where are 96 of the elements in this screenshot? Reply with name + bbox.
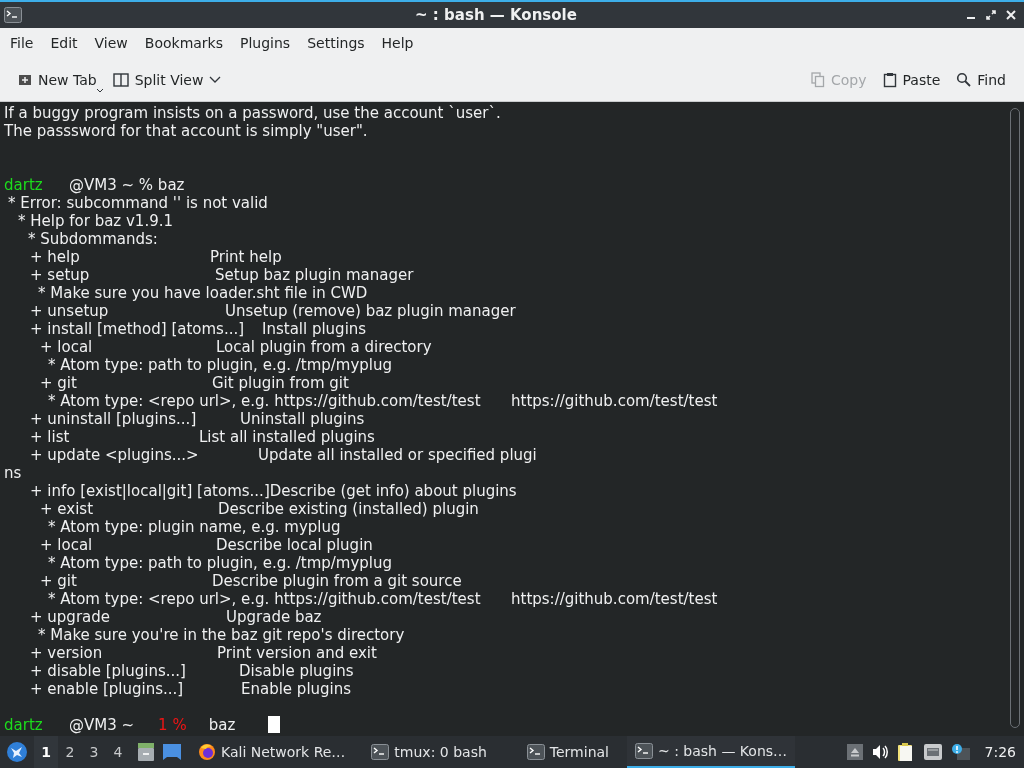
close-icon[interactable] [1006, 10, 1016, 20]
caret-icon [96, 88, 103, 93]
description-text: Upgrade baz [226, 608, 322, 626]
toolbar-button[interactable]: New Tab [10, 67, 105, 92]
toolbar-button[interactable]: Split View [104, 67, 230, 92]
description-text: Setup baz plugin manager [215, 266, 414, 284]
command-text: + setup [30, 266, 90, 284]
toolbar-button[interactable]: Paste [874, 67, 949, 92]
command-text: + exist [40, 500, 94, 518]
command-text: + git [40, 572, 77, 590]
command-text: + local [40, 338, 93, 356]
network-icon[interactable] [922, 743, 943, 761]
menu-item[interactable]: Plugins [232, 35, 299, 51]
browser-icon [198, 743, 216, 761]
menu-item[interactable]: View [86, 35, 136, 51]
command-text: + install [method] [atoms...] [30, 320, 245, 338]
command-text: + local [40, 536, 93, 554]
app-icon [4, 7, 22, 23]
description-text: Describe plugin from a git source [212, 572, 462, 590]
output-text: * Help for baz v1.9.1 [18, 212, 174, 230]
description-text: Local plugin from a directory [216, 338, 432, 356]
menu-item[interactable]: Settings [299, 35, 373, 51]
terminal-icon [371, 744, 390, 760]
menu-item[interactable]: Edit [42, 35, 86, 51]
output-text: If a buggy program insists on a password, use the account `user`. [4, 104, 501, 122]
output-text: + info [exist|local|git] [atoms...]Describe (get info) about plugins [30, 482, 517, 500]
notification-icon[interactable] [950, 743, 971, 761]
description-text: Uninstall plugins [240, 410, 365, 428]
chevron-down-icon [209, 75, 222, 84]
command-text: + version [30, 644, 103, 662]
taskbar-task[interactable]: tmux: 0 bash [363, 736, 495, 768]
command-text: + disable [plugins...] [30, 662, 186, 680]
description-text: Describe existing (installed) plugin [218, 500, 479, 518]
menu-item[interactable]: Help [373, 35, 422, 51]
output-text: * Make sure you have loader.sht file in CWD [38, 284, 368, 302]
workspace-button[interactable]: 4 [106, 736, 130, 768]
command-text: * Atom type: <repo url>, e.g. https://github.com/test/test [48, 392, 481, 410]
command-text: + uninstall [plugins...] [30, 410, 197, 428]
command-text: + enable [plugins...] [30, 680, 184, 698]
description-text: Git plugin from git [212, 374, 349, 392]
maximize-icon[interactable] [986, 10, 996, 20]
output-text: * Error: subcommand '' is not valid [8, 194, 268, 212]
command-text: + upgrade [30, 608, 110, 626]
prompt-user: dartz [4, 176, 43, 194]
command-text: + unsetup [30, 302, 109, 320]
terminal-icon [526, 744, 545, 760]
copy-icon [811, 71, 825, 88]
window-title: ~ : bash — Konsole [415, 6, 577, 24]
description-text: Disable plugins [239, 662, 354, 680]
output-text: * Subdommands: [28, 230, 158, 248]
speaker-icon[interactable] [870, 744, 889, 760]
eject-icon[interactable] [846, 744, 863, 760]
command-text: baz [208, 716, 236, 734]
description-text: Describe local plugin [216, 536, 373, 554]
description-text: Print version and exit [217, 644, 377, 662]
description-text: https://github.com/test/test [511, 590, 718, 608]
command-text: + update <plugins...> [30, 446, 199, 464]
exit-status: 1 % [158, 716, 187, 734]
output-text: * Make sure you're in the baz git repo's directory [38, 626, 405, 644]
clipboard-icon [882, 71, 897, 88]
description-text: Install plugins [262, 320, 367, 338]
workspace-button[interactable]: 2 [58, 736, 82, 768]
description-text: https://github.com/test/test [511, 392, 718, 410]
menu-item[interactable]: File [2, 35, 42, 51]
menu-item[interactable]: Bookmarks [136, 35, 231, 51]
taskbar-task[interactable]: Terminal [518, 736, 617, 768]
workspace-button[interactable]: 1 [34, 736, 58, 768]
command-text: * Atom type: <repo url>, e.g. https://github.com/test/test [48, 590, 481, 608]
description-text: Unsetup (remove) baz plugin manager [225, 302, 516, 320]
description-text: Enable plugins [241, 680, 352, 698]
toolbar-button[interactable]: Find [948, 67, 1014, 92]
terminal-icon [635, 743, 653, 759]
prompt-host: @VM3 ~ [69, 716, 135, 734]
clipboard-icon[interactable] [896, 742, 915, 762]
taskbar-task[interactable]: ~ : bash — Kons… [627, 736, 796, 768]
command-text: + git [40, 374, 77, 392]
output-text: The passsword for that account is simply "user". [4, 122, 368, 140]
command-text: + list [30, 428, 70, 446]
description-text: List all installed plugins [199, 428, 375, 446]
clock[interactable]: 7:26 [984, 744, 1016, 760]
prompt-user: dartz [4, 716, 43, 734]
split-view-icon [112, 72, 129, 87]
output-text: ns [4, 464, 22, 482]
description-text: Print help [210, 248, 282, 266]
search-icon [956, 72, 972, 87]
output-text: * Atom type: path to plugin, e.g. /tmp/myplug [48, 554, 393, 572]
output-text: * Atom type: plugin name, e.g. myplug [48, 518, 341, 536]
command-text: + help [30, 248, 80, 266]
workspace-button[interactable]: 3 [82, 736, 106, 768]
file-cabinet-icon[interactable] [136, 742, 156, 762]
prompt-host: @VM3 ~ % baz [69, 176, 185, 194]
new-tab-icon [18, 72, 32, 87]
description-text: Update all installed or specified plugi [258, 446, 537, 464]
taskbar-task[interactable]: Kali Network Re… [190, 736, 354, 768]
output-text: * Atom type: path to plugin, e.g. /tmp/myplug [48, 356, 393, 374]
window-icon[interactable] [162, 743, 182, 761]
